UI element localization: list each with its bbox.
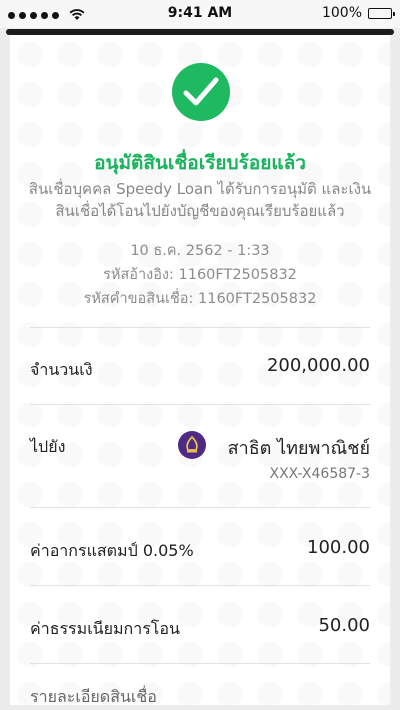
stamp-duty-value: 100.00 (307, 537, 370, 558)
amount-label: จำนวนเงิ (30, 360, 93, 379)
amount-value: 200,000.00 (266, 355, 370, 376)
to-label: ไปยัง (30, 437, 66, 456)
status-bar: 9:41 AM 100% (0, 0, 400, 28)
transfer-fee-value: 50.00 (318, 615, 370, 636)
loan-request-id: รหัสคำขอสินเชื่อ: 1160FT2505832 (83, 291, 317, 307)
account-number: XXX-X46587-3 (269, 466, 370, 482)
divider (30, 327, 370, 328)
transaction-meta: 10 ธ.ค. 2562 - 1:33 รหัสอ้างอิง: 1160FT2… (10, 239, 390, 311)
scb-bank-logo-icon (178, 431, 206, 459)
battery-status: 100% (321, 5, 395, 21)
battery-icon (368, 7, 395, 19)
divider (30, 585, 370, 586)
success-title: อนุมัติสินเชื่อเรียบร้อยแล้ว (94, 152, 306, 174)
divider (30, 663, 370, 664)
divider (30, 404, 370, 405)
description-line: สินเชื่อได้โอนไปยังบัญชีของคุณเรียบร้อยแ… (55, 202, 345, 220)
bank-name: สาธิต ไทยพาณิชย์ (227, 438, 370, 459)
transfer-fee-label: ค่าธรรมเนียมการโอน (30, 619, 180, 638)
reference-number: รหัสอ้างอิง: 1160FT2505832 (103, 267, 297, 283)
check-circle-icon (172, 63, 230, 121)
description-line: สินเชื่อบุคคล Speedy Loan ได้รับการอนุมั… (28, 180, 372, 198)
battery-percent: 100% (321, 5, 362, 21)
success-description: สินเชื่อบุคคล Speedy Loan ได้รับการอนุมั… (10, 178, 390, 222)
transaction-datetime: 10 ธ.ค. 2562 - 1:33 (130, 243, 270, 259)
loan-details-link[interactable]: รายละเอียดสินเชื่อ (30, 685, 157, 710)
divider (30, 507, 370, 508)
receipt-sheet: อนุมัติสินเชื่อเรียบร้อยแล้ว สินเชื่อบุค… (10, 35, 390, 706)
stamp-duty-label: ค่าอากรแสตมป์ 0.05% (30, 541, 194, 560)
